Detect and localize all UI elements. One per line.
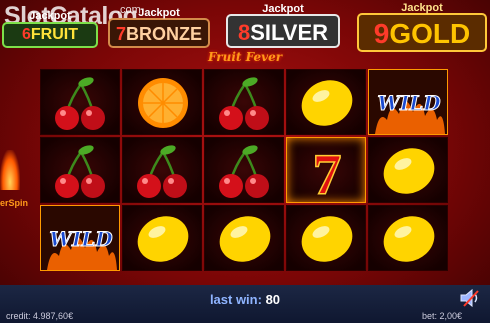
jackpot-value: 8SILVER [237, 20, 329, 45]
reel-symbol-lemon [204, 205, 284, 271]
jackpot-value: 6FRUIT [21, 26, 78, 43]
svg-text:WILD: WILD [377, 91, 441, 115]
speaker-icon[interactable] [458, 287, 482, 309]
reel-symbol-lemon [122, 205, 202, 271]
jackpot-caption: Jackpot [138, 7, 180, 19]
reel-symbol-wild: WILD [368, 69, 448, 135]
credit-display: credit: 4.987,60€ [6, 311, 73, 321]
svg-text:WILD: WILD [49, 227, 113, 251]
game-title: Fruit Fever [207, 50, 283, 64]
reel-symbol-lemon [286, 205, 366, 271]
side-feature: erSpin [0, 150, 38, 220]
reel-symbol-wild: WILD [40, 205, 120, 271]
last-win-label: last win: [209, 292, 262, 307]
reel-symbol-cherry [40, 137, 120, 203]
bet-label: bet: [421, 311, 437, 321]
reel-symbol-cherry [204, 69, 284, 135]
status-bar: last win: 80 credit: 4.987,60€ bet: 2,00… [0, 285, 490, 323]
reel-symbol-lemon [368, 137, 448, 203]
jackpot-value: 9GOLD [373, 18, 471, 49]
reel-symbol-orange [122, 69, 202, 135]
jackpot-caption: Jackpot [262, 3, 304, 15]
reel-symbol-lemon [286, 69, 366, 135]
bet-display: bet: 2,00€ [422, 311, 462, 321]
reel-symbol-cherry [40, 69, 120, 135]
jackpot-caption: Jackpot [29, 10, 71, 22]
flame-icon [0, 150, 20, 190]
jackpot-caption: Jackpot [401, 2, 443, 14]
credit-value: 4.987,60€ [33, 311, 74, 321]
reel-symbol-cherry [122, 137, 202, 203]
side-feature-label: erSpin [0, 198, 29, 208]
last-win: last win: 80 [0, 292, 490, 307]
bet-value: 2,00€ [439, 311, 462, 321]
jackpot-value: 7BRONZE [115, 24, 202, 44]
jackpot-gold: Jackpot 9GOLD [357, 2, 487, 52]
credit-label: credit: [6, 311, 31, 321]
jackpot-fruit: Jackpot 6FRUIT [2, 10, 98, 48]
reel-symbol-seven: 7 [286, 137, 366, 203]
jackpot-silver: Jackpot 8SILVER [226, 3, 340, 48]
jackpot-bronze: Jackpot 7BRONZE [108, 7, 210, 48]
svg-text:7: 7 [313, 142, 342, 203]
reel-grid: WILD 7 WILD [40, 69, 450, 273]
reel-symbol-lemon [368, 205, 448, 271]
reel-symbol-cherry [204, 137, 284, 203]
last-win-value: 80 [265, 292, 281, 307]
